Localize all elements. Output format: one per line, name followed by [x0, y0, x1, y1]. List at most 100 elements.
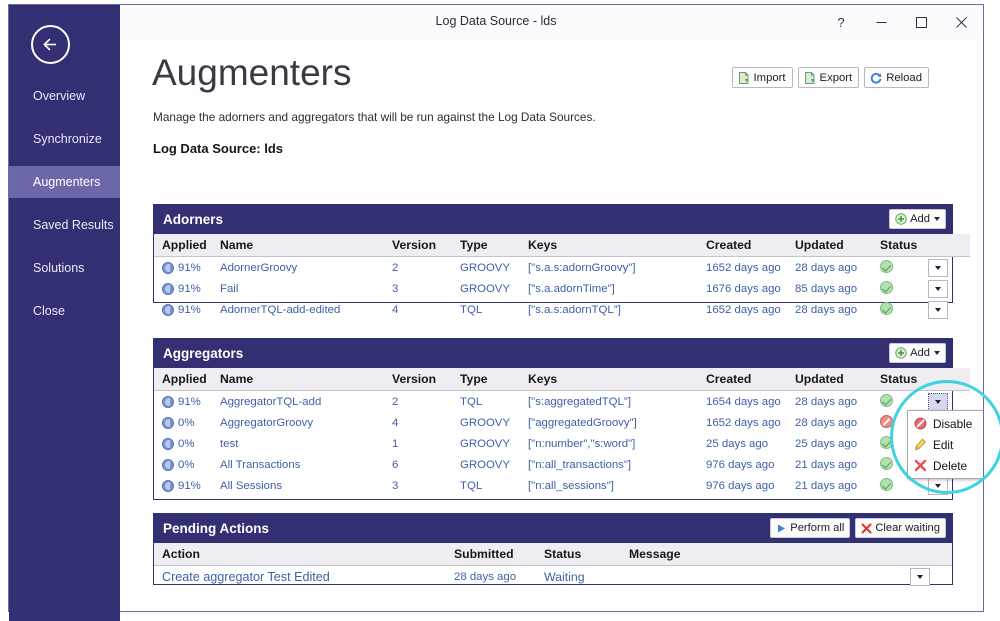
table-row[interactable]: 91% All Sessions 3 TQL ["n:all_sessions"…	[154, 475, 970, 496]
page-title: Augmenters	[152, 52, 352, 94]
export-button[interactable]: Export	[798, 67, 860, 88]
table-row[interactable]: 91% Fail 3 GROOVY ["s.a.adornTime"] 1676…	[154, 278, 970, 299]
adorners-header-row: Applied Name Version Type Keys Created U…	[154, 234, 970, 257]
cell-created: 1676 days ago	[706, 278, 795, 299]
cell-name[interactable]: AdornerGroovy	[220, 257, 392, 279]
sidebar-item-solutions[interactable]: Solutions	[9, 252, 120, 284]
cell-updated: 21 days ago	[795, 454, 880, 475]
row-menu-button[interactable]	[928, 301, 948, 319]
cell-name[interactable]: test	[220, 433, 392, 454]
sidebar-item-synchronize[interactable]: Synchronize	[9, 123, 120, 155]
sidebar-item-augmenters[interactable]: Augmenters	[9, 166, 120, 198]
aggregators-add-label: Add	[910, 347, 930, 359]
cell-type: GROOVY	[460, 454, 528, 475]
chevron-down-icon	[935, 484, 941, 488]
row-menu-button[interactable]	[928, 280, 948, 298]
export-label: Export	[820, 72, 853, 84]
status-ok-icon	[880, 260, 893, 273]
cell-version: 1	[392, 433, 460, 454]
row-menu-button-active[interactable]	[928, 393, 948, 411]
reload-button[interactable]: Reload	[864, 67, 929, 88]
applied-value: 91%	[178, 396, 201, 408]
import-icon	[737, 71, 751, 85]
cell-updated: 28 days ago	[795, 299, 880, 320]
clear-waiting-button[interactable]: Clear waiting	[855, 518, 946, 538]
cell-name[interactable]: AggregatorTQL-add	[220, 391, 392, 413]
context-menu-item-disable[interactable]: Disable	[908, 413, 983, 434]
row-menu-button[interactable]	[928, 259, 948, 277]
cell-status	[880, 278, 928, 299]
sidebar-item-overview[interactable]: Overview	[9, 80, 120, 112]
context-menu-item-edit[interactable]: Edit	[908, 434, 983, 455]
chevron-down-icon	[934, 351, 940, 355]
cell-applied: 91%	[154, 475, 220, 496]
aggregators-header-actions: Add	[889, 343, 946, 363]
aggregators-panel-header: Aggregators Add	[154, 339, 952, 368]
col-action: Action	[154, 543, 454, 566]
minimize-button[interactable]	[861, 7, 901, 37]
cell-name[interactable]: Fail	[220, 278, 392, 299]
col-status: Status	[880, 368, 928, 391]
status-ok-icon	[880, 436, 893, 449]
adorners-add-button[interactable]: Add	[889, 209, 946, 229]
cell-keys: ["s.a.s:adornTQL"]	[528, 299, 706, 320]
table-row[interactable]: 0% All Transactions 6 GROOVY ["n:all_tra…	[154, 454, 970, 475]
close-button[interactable]	[941, 7, 981, 37]
progress-pie-icon	[162, 459, 174, 471]
col-applied: Applied	[154, 234, 220, 257]
clear-x-icon	[861, 523, 872, 534]
col-created: Created	[706, 234, 795, 257]
cell-type: GROOVY	[460, 412, 528, 433]
table-row[interactable]: 91% AdornerGroovy 2 GROOVY ["s.a.s:adorn…	[154, 257, 970, 279]
plus-circle-icon	[895, 213, 907, 225]
cell-name[interactable]: AdornerTQL-add-edited	[220, 299, 392, 320]
col-applied: Applied	[154, 368, 220, 391]
applied-value: 0%	[178, 438, 194, 450]
row-menu-button[interactable]	[928, 477, 948, 495]
col-version: Version	[392, 234, 460, 257]
maximize-button[interactable]	[901, 7, 941, 37]
cell-type: TQL	[460, 299, 528, 320]
reload-icon	[869, 71, 883, 85]
cell-updated: 21 days ago	[795, 475, 880, 496]
cell-updated: 25 days ago	[795, 433, 880, 454]
help-button[interactable]: ?	[821, 7, 861, 37]
cell-menu	[928, 278, 970, 299]
cell-action[interactable]: Create aggregator Test Edited	[154, 566, 454, 588]
status-ok-icon	[880, 478, 893, 491]
aggregators-add-button[interactable]: Add	[889, 343, 946, 363]
sidebar-item-saved-results[interactable]: Saved Results	[9, 209, 120, 241]
page-description: Manage the adorners and aggregators that…	[153, 110, 596, 124]
cell-name[interactable]: AggregatorGroovy	[220, 412, 392, 433]
progress-pie-icon	[162, 480, 174, 492]
col-name: Name	[220, 368, 392, 391]
aggregators-table: Applied Name Version Type Keys Created U…	[154, 368, 970, 496]
cell-keys: ["s.a.adornTime"]	[528, 278, 706, 299]
nav-spacer	[9, 112, 120, 123]
pending-actions-title: Pending Actions	[163, 521, 269, 536]
pending-actions-panel: Pending Actions Perform all	[153, 513, 953, 585]
row-context-menu: Disable Edit Delete	[907, 410, 983, 479]
table-row[interactable]: 91% AdornerTQL-add-edited 4 TQL ["s.a.s:…	[154, 299, 970, 320]
cell-status: Waiting	[544, 566, 629, 588]
row-menu-button[interactable]	[910, 568, 930, 586]
table-row[interactable]: 91% AggregatorTQL-add 2 TQL ["s:aggregat…	[154, 391, 970, 413]
arrow-left-icon	[42, 36, 59, 53]
cell-name[interactable]: All Transactions	[220, 454, 392, 475]
cell-message	[629, 566, 910, 588]
table-row[interactable]: 0% test 1 GROOVY ["n:number","s:word"] 2…	[154, 433, 970, 454]
context-menu-item-delete[interactable]: Delete	[908, 455, 983, 476]
cell-updated: 28 days ago	[795, 391, 880, 413]
cell-applied: 0%	[154, 412, 220, 433]
aggregators-table-head: Applied Name Version Type Keys Created U…	[154, 368, 970, 391]
applied-value: 91%	[178, 480, 201, 492]
table-row[interactable]: Create aggregator Test Edited 28 days ag…	[154, 566, 952, 588]
table-row[interactable]: 0% AggregatorGroovy 4 GROOVY ["aggregate…	[154, 412, 970, 433]
cell-name[interactable]: All Sessions	[220, 475, 392, 496]
back-button[interactable]	[31, 25, 70, 64]
import-button[interactable]: Import	[732, 67, 793, 88]
cell-menu	[928, 257, 970, 279]
cell-menu	[928, 299, 970, 320]
sidebar-item-close[interactable]: Close	[9, 295, 120, 327]
perform-all-button[interactable]: Perform all	[770, 518, 850, 538]
